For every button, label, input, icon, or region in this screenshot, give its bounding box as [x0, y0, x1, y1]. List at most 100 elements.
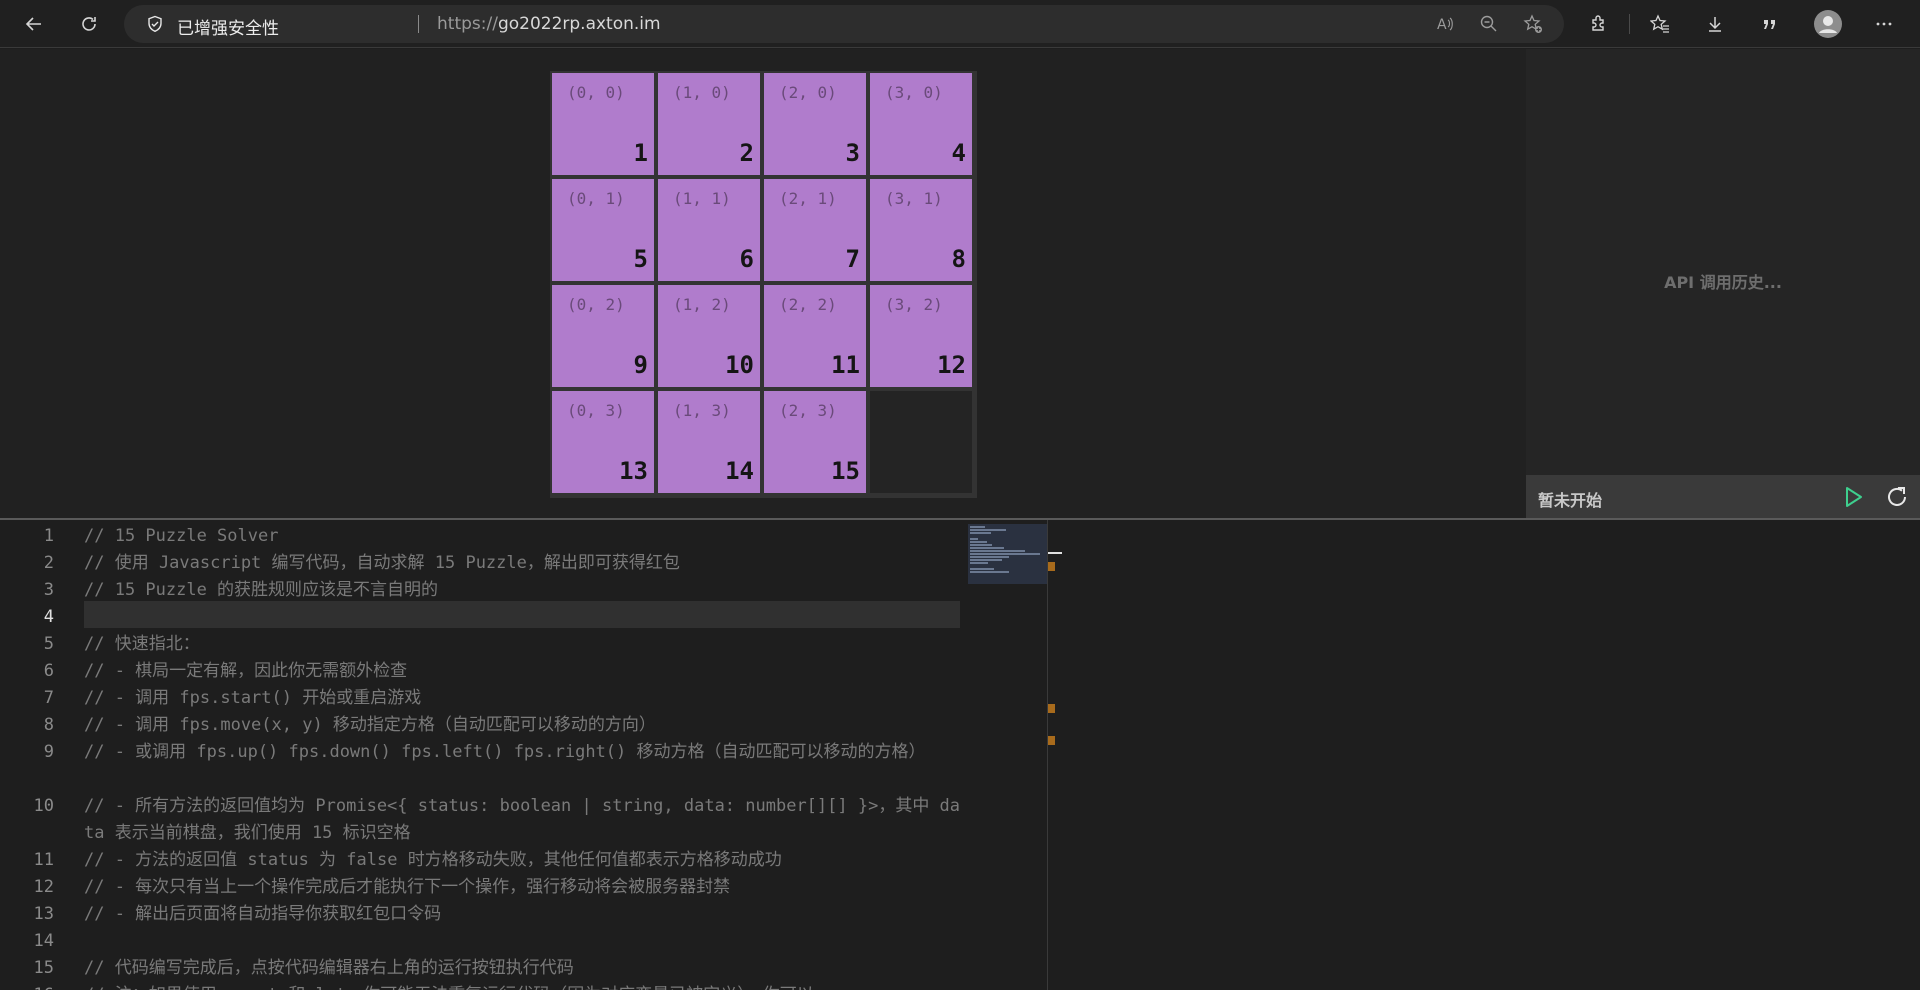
- url-host: go2022rp.axton.im: [497, 14, 661, 34]
- downloads-button[interactable]: [1699, 8, 1731, 40]
- code-line[interactable]: 4: [0, 604, 1048, 631]
- puzzle-tile[interactable]: (2, 0) 3: [764, 73, 866, 175]
- code-area[interactable]: 1 // 15 Puzzle Solver 2 // 使用 Javascript 编写…: [0, 520, 1048, 990]
- back-button[interactable]: [18, 8, 50, 40]
- puzzle-tile[interactable]: (2, 2) 11: [764, 285, 866, 387]
- code-text: // - 棋局一定有解，因此你无需额外检查: [84, 661, 408, 681]
- tile-coordinate: (2, 0): [779, 83, 837, 102]
- code-editor[interactable]: 1 // 15 Puzzle Solver 2 // 使用 Javascript 编写…: [0, 520, 1920, 990]
- tile-coordinate: (0, 1): [567, 189, 625, 208]
- puzzle-tile[interactable]: (0, 3) 13: [552, 391, 654, 493]
- tile-coordinate: (2, 3): [779, 401, 837, 420]
- download-icon: [1709, 17, 1721, 32]
- minimap[interactable]: [968, 524, 1048, 990]
- code-text: // 15 Puzzle Solver: [84, 526, 279, 546]
- code-line[interactable]: 3 // 15 Puzzle 的获胜规则应该是不言自明的: [0, 577, 1048, 604]
- tile-coordinate: (1, 0): [673, 83, 731, 102]
- tile-number: 15: [831, 457, 860, 485]
- code-text: // - 所有方法的返回值均为 Promise<{ status: boolea…: [84, 796, 961, 843]
- code-line[interactable]: 12 // - 每次只有当上一个操作完成后才能执行下一个操作，强行移动将会被服务器…: [0, 874, 1048, 901]
- code-text: // 使用 Javascript 编写代码，自动求解 15 Puzzle，解出即…: [84, 553, 680, 573]
- puzzle-tile[interactable]: (3, 2) 12: [870, 285, 972, 387]
- code-text: // - 或调用 fps.up() fps.down() fps.left() …: [84, 742, 926, 762]
- tile-coordinate: (3, 0): [885, 83, 943, 102]
- puzzle-tile[interactable]: (0, 2) 9: [552, 285, 654, 387]
- code-line[interactable]: 10 // - 所有方法的返回值均为 Promise<{ status: bool…: [0, 793, 1048, 847]
- quote-button[interactable]: [1754, 8, 1786, 40]
- code-text: // - 调用 fps.move(x, y) 移动指定方格（自动匹配可以移动的方…: [84, 715, 656, 735]
- refresh-button[interactable]: [73, 8, 105, 40]
- line-number: 3: [43, 580, 54, 600]
- puzzle-tile[interactable]: (0, 1) 5: [552, 179, 654, 281]
- line-number: 14: [33, 931, 54, 951]
- tile-coordinate: (0, 2): [567, 295, 625, 314]
- code-line[interactable]: 7 // - 调用 fps.start() 开始或重启游戏: [0, 685, 1048, 712]
- puzzle-tile[interactable]: (1, 0) 2: [658, 73, 760, 175]
- tile-number: 1: [633, 139, 648, 167]
- tile-number: 6: [739, 245, 754, 273]
- tile-number: 9: [633, 351, 648, 379]
- code-line[interactable]: 1 // 15 Puzzle Solver: [0, 523, 1048, 550]
- tile-coordinate: (1, 2): [673, 295, 731, 314]
- puzzle-tile[interactable]: (2, 1) 7: [764, 179, 866, 281]
- puzzle-tile[interactable]: (1, 3) 14: [658, 391, 760, 493]
- svg-text:A: A: [1437, 17, 1447, 33]
- code-text: // 15 Puzzle 的获胜规则应该是不言自明的: [84, 580, 439, 600]
- toolbar-divider: [1629, 14, 1630, 34]
- line-number: 11: [33, 850, 54, 870]
- code-line[interactable]: 13 // - 解出后页面将自动指导你获取红包口令码: [0, 901, 1048, 928]
- tile-coordinate: (0, 3): [567, 401, 625, 420]
- status-bar: 暂未开始: [1526, 475, 1920, 518]
- run-button[interactable]: [1841, 485, 1865, 509]
- minimap-line: [970, 556, 1010, 558]
- zoom-out-icon[interactable]: [1479, 14, 1499, 34]
- code-line[interactable]: 15 // 代码编写完成后，点按代码编辑器右上角的运行按钮执行代码: [0, 955, 1048, 982]
- line-number: 1: [43, 526, 54, 546]
- shield-icon: [148, 15, 162, 33]
- scrollbar-cursor-marker: [1048, 552, 1062, 554]
- line-number: 15: [33, 958, 54, 978]
- puzzle-tile[interactable]: (1, 2) 10: [658, 285, 760, 387]
- line-number: 2: [43, 553, 54, 573]
- extensions-button[interactable]: [1583, 8, 1615, 40]
- line-number: 12: [33, 877, 54, 897]
- address-bar[interactable]: 已增强安全性 https://go2022rp.axton.im A: [124, 5, 1564, 43]
- tile-number: 14: [725, 457, 754, 485]
- code-text: // - 解出后页面将自动指导你获取红包口令码: [84, 904, 442, 924]
- puzzle-area: (0, 0) 1 (1, 0) 2 (2, 0) 3 (3, 0) 4 (0, 1) 5 (1, 1…: [0, 49, 1526, 518]
- scrollbar-marker: [1048, 704, 1055, 713]
- reset-button[interactable]: [1884, 484, 1910, 510]
- puzzle-tile[interactable]: (1, 1) 6: [658, 179, 760, 281]
- scrollbar-track[interactable]: [1047, 520, 1048, 990]
- code-line[interactable]: 2 // 使用 Javascript 编写代码，自动求解 15 Puzzle，解出…: [0, 550, 1048, 577]
- security-label[interactable]: 已增强安全性: [177, 14, 279, 39]
- line-number: 9: [43, 742, 54, 762]
- line-number: 6: [43, 661, 54, 681]
- tile-number: 12: [937, 351, 966, 379]
- code-line[interactable]: 8 // - 调用 fps.move(x, y) 移动指定方格（自动匹配可以移动的…: [0, 712, 1048, 739]
- puzzle-tile[interactable]: (3, 0) 4: [870, 73, 972, 175]
- code-text: // 快速指北：: [84, 634, 200, 654]
- more-button[interactable]: [1868, 8, 1900, 40]
- minimap-line: [970, 571, 1010, 573]
- code-line[interactable]: 9 // - 或调用 fps.up() fps.down() fps.left()…: [0, 739, 1048, 793]
- code-line[interactable]: 14: [0, 928, 1048, 955]
- code-line[interactable]: 5 // 快速指北：: [0, 631, 1048, 658]
- profile-button[interactable]: [1812, 8, 1844, 40]
- tile-coordinate: (0, 0): [567, 83, 625, 102]
- line-number: 16: [0, 982, 54, 990]
- puzzle-tile[interactable]: (3, 1) 8: [870, 179, 972, 281]
- read-aloud-icon[interactable]: A: [1435, 14, 1455, 34]
- puzzle-tile[interactable]: (2, 3) 15: [764, 391, 866, 493]
- code-line[interactable]: 11 // - 方法的返回值 status 为 false 时方格移动失败，其他任…: [0, 847, 1048, 874]
- code-line[interactable]: 16 // 注：如果使用 const 和 let，你可能无法重复运行代码（因为对应…: [0, 982, 1048, 990]
- add-favorite-icon[interactable]: [1523, 14, 1543, 34]
- line-number: 7: [43, 688, 54, 708]
- code-line[interactable]: 6 // - 棋局一定有解，因此你无需额外检查: [0, 658, 1048, 685]
- side-panel: API 调用历史... 暂未开始: [1526, 49, 1920, 518]
- tile-number: 11: [831, 351, 860, 379]
- url-text[interactable]: https://go2022rp.axton.im: [437, 14, 661, 34]
- tile-number: 5: [633, 245, 648, 273]
- puzzle-tile[interactable]: (0, 0) 1: [552, 73, 654, 175]
- favorites-button[interactable]: [1644, 8, 1676, 40]
